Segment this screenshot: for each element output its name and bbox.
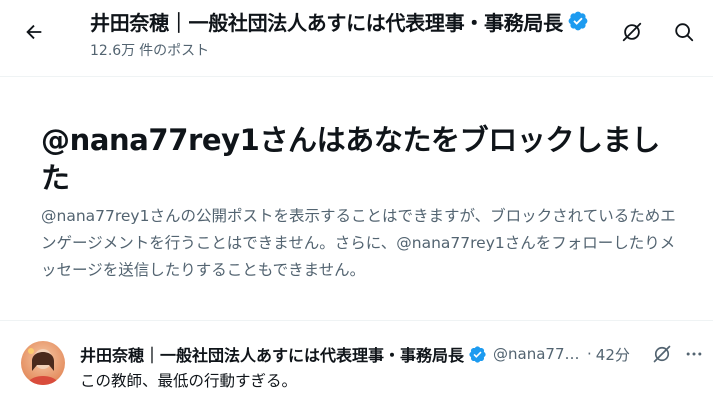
profile-title: 井田奈穂｜一般社団法人あすには代表理事・事務局長 bbox=[90, 10, 563, 35]
search-button[interactable] bbox=[664, 12, 704, 52]
grok-icon bbox=[653, 345, 671, 363]
post-count-label: 件のポスト bbox=[139, 43, 210, 59]
tweet-text: この教師、最低の行動すぎる。 bbox=[80, 372, 298, 390]
tweet-header: 井田奈穂｜一般社団法人あすには代表理事・事務局長 @nana77rey1 · 4… bbox=[80, 343, 700, 365]
block-notice-description: @nana77rey1さんの公開ポストを表示することはできますが、ブロックされて… bbox=[41, 207, 676, 279]
avatar[interactable] bbox=[21, 341, 65, 385]
tweet-author-name[interactable]: 井田奈穂｜一般社団法人あすには代表理事・事務局長 bbox=[80, 342, 464, 366]
verified-badge-icon bbox=[567, 10, 589, 32]
separator-dot: · bbox=[587, 345, 592, 363]
profile-header: 井田奈穂｜一般社団法人あすには代表理事・事務局長 12.6万 件のポスト bbox=[0, 0, 713, 74]
verified-badge-icon bbox=[468, 345, 487, 364]
back-button[interactable] bbox=[14, 12, 54, 52]
more-icon bbox=[686, 352, 702, 356]
grok-button[interactable] bbox=[612, 12, 652, 52]
tweet-more-button[interactable] bbox=[682, 342, 706, 366]
tweet-timestamp[interactable]: 42分 bbox=[596, 344, 630, 365]
tweet[interactable]: 井田奈穂｜一般社団法人あすには代表理事・事務局長 @nana77rey1 · 4… bbox=[0, 321, 713, 407]
header-title-row: 井田奈穂｜一般社団法人あすには代表理事・事務局長 bbox=[90, 6, 610, 36]
back-arrow-icon bbox=[26, 24, 42, 40]
tweet-author-handle[interactable]: @nana77rey1 bbox=[493, 345, 583, 363]
grok-icon bbox=[622, 22, 642, 42]
block-notice-title: @nana77rey1さんはあなたをブロックしました bbox=[41, 123, 660, 195]
search-icon bbox=[675, 23, 694, 42]
post-count: 12.6万 件のポスト bbox=[90, 40, 213, 60]
block-notice: @nana77rey1さんはあなたをブロックしました @nana77rey1さん… bbox=[0, 76, 713, 296]
tweet-grok-button[interactable] bbox=[650, 342, 674, 366]
post-count-value: 12.6万 bbox=[90, 43, 136, 59]
